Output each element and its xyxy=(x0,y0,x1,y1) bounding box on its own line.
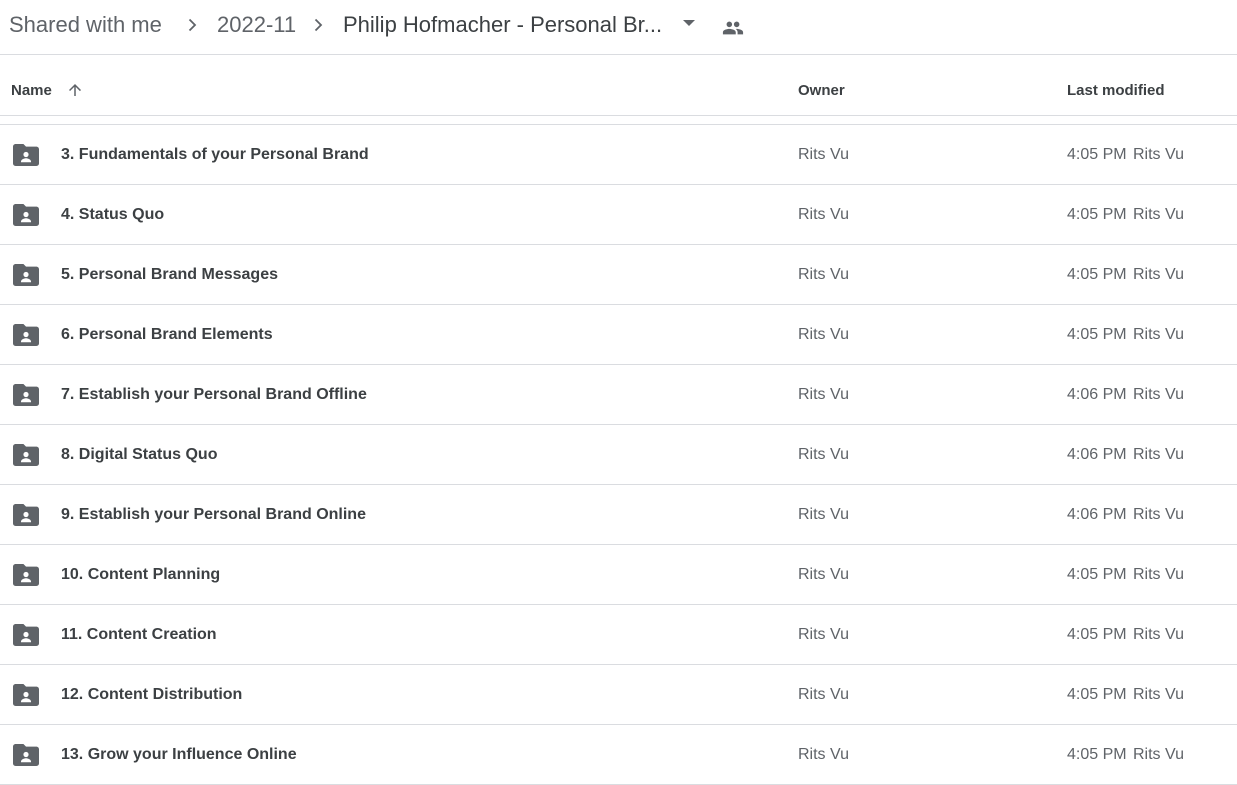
shared-folder-icon xyxy=(13,744,39,766)
row-owner: Rits Vu xyxy=(798,386,849,403)
row-modified-time: 4:06 PM xyxy=(1067,506,1127,523)
shared-folder-icon xyxy=(13,324,39,346)
row-owner: Rits Vu xyxy=(798,206,849,223)
row-name[interactable]: 10. Content Planning xyxy=(61,566,220,584)
chevron-right-icon xyxy=(314,18,323,32)
breadcrumb-current-folder[interactable]: Philip Hofmacher - Personal Br... xyxy=(343,10,662,40)
column-owner[interactable]: Owner xyxy=(798,82,845,99)
row-modified-by: Rits Vu xyxy=(1133,326,1184,343)
row-name[interactable]: 7. Establish your Personal Brand Offline xyxy=(61,386,367,404)
row-modified-by: Rits Vu xyxy=(1133,686,1184,703)
row-name[interactable]: 11. Content Creation xyxy=(61,626,217,644)
row-name[interactable]: 3. Fundamentals of your Personal Brand xyxy=(61,146,369,164)
row-modified-time: 4:05 PM xyxy=(1067,146,1127,163)
breadcrumb: Shared with me 2022-11 Philip Hofmacher … xyxy=(0,0,1237,55)
breadcrumb-shared-with-me[interactable]: Shared with me xyxy=(9,10,162,40)
row-owner: Rits Vu xyxy=(798,566,849,583)
shared-folder-icon xyxy=(13,564,39,586)
row-owner: Rits Vu xyxy=(798,326,849,343)
shared-folder-icon xyxy=(13,624,39,646)
table-row[interactable]: 11. Content Creation Rits Vu 4:05 PM Rits V… xyxy=(0,605,1237,665)
row-modified-by: Rits Vu xyxy=(1133,746,1184,763)
table-row[interactable]: 7. Establish your Personal Brand Offline… xyxy=(0,365,1237,425)
table-row[interactable]: 4. Status Quo Rits Vu 4:05 PM Rits Vu xyxy=(0,185,1237,245)
row-name[interactable]: 5. Personal Brand Messages xyxy=(61,266,278,284)
row-modified-by: Rits Vu xyxy=(1133,206,1184,223)
shared-folder-icon xyxy=(13,204,39,226)
table-row[interactable]: 5. Personal Brand Messages Rits Vu 4:05 PM… xyxy=(0,245,1237,305)
row-modified-time: 4:05 PM xyxy=(1067,566,1127,583)
file-list-header: Name Owner Last modified xyxy=(0,56,1237,116)
breadcrumb-2022-11[interactable]: 2022-11 xyxy=(217,10,296,40)
chevron-right-icon xyxy=(188,18,197,32)
row-modified-time: 4:05 PM xyxy=(1067,266,1127,283)
row-modified-time: 4:05 PM xyxy=(1067,686,1127,703)
row-owner: Rits Vu xyxy=(798,626,849,643)
row-modified-time: 4:06 PM xyxy=(1067,446,1127,463)
shared-folder-icon xyxy=(13,384,39,406)
table-row[interactable]: 6. Personal Brand Elements Rits Vu 4:05 PM… xyxy=(0,305,1237,365)
row-modified-by: Rits Vu xyxy=(1133,386,1184,403)
row-modified-by: Rits Vu xyxy=(1133,446,1184,463)
table-row[interactable]: 9. Establish your Personal Brand Online R… xyxy=(0,485,1237,545)
people-icon[interactable] xyxy=(722,17,744,39)
row-owner: Rits Vu xyxy=(798,146,849,163)
row-modified-by: Rits Vu xyxy=(1133,266,1184,283)
table-row[interactable]: 13. Grow your Influence Online Rits Vu 4:0… xyxy=(0,725,1237,785)
shared-folder-icon xyxy=(13,684,39,706)
row-modified-by: Rits Vu xyxy=(1133,146,1184,163)
column-name[interactable]: Name xyxy=(11,82,52,99)
row-owner: Rits Vu xyxy=(798,446,849,463)
row-name[interactable]: 6. Personal Brand Elements xyxy=(61,326,273,344)
row-owner: Rits Vu xyxy=(798,266,849,283)
row-name[interactable]: 9. Establish your Personal Brand Online xyxy=(61,506,366,524)
shared-folder-icon xyxy=(13,144,39,166)
table-row[interactable]: 10. Content Planning Rits Vu 4:05 PM Rits V… xyxy=(0,545,1237,605)
row-owner: Rits Vu xyxy=(798,506,849,523)
row-name[interactable]: 12. Content Distribution xyxy=(61,686,242,704)
row-name[interactable]: 8. Digital Status Quo xyxy=(61,446,217,464)
table-row[interactable]: 8. Digital Status Quo Rits Vu 4:06 PM Rits … xyxy=(0,425,1237,485)
row-modified-by: Rits Vu xyxy=(1133,626,1184,643)
shared-folder-icon xyxy=(13,444,39,466)
row-owner: Rits Vu xyxy=(798,746,849,763)
table-row[interactable]: 12. Content Distribution Rits Vu 4:05 PM Ri… xyxy=(0,665,1237,725)
shared-folder-icon xyxy=(13,264,39,286)
row-name[interactable]: 13. Grow your Influence Online xyxy=(61,746,297,764)
row-modified-time: 4:06 PM xyxy=(1067,386,1127,403)
file-list: 3. Fundamentals of your Personal Brand Ri… xyxy=(0,125,1237,785)
row-modified-time: 4:05 PM xyxy=(1067,326,1127,343)
caret-down-icon[interactable] xyxy=(683,20,695,26)
row-modified-time: 4:05 PM xyxy=(1067,746,1127,763)
row-modified-by: Rits Vu xyxy=(1133,566,1184,583)
row-name[interactable]: 4. Status Quo xyxy=(61,206,164,224)
row-modified-time: 4:05 PM xyxy=(1067,626,1127,643)
column-last-modified[interactable]: Last modified xyxy=(1067,82,1165,99)
row-owner: Rits Vu xyxy=(798,686,849,703)
row-modified-by: Rits Vu xyxy=(1133,506,1184,523)
shared-folder-icon xyxy=(13,504,39,526)
table-row[interactable]: 3. Fundamentals of your Personal Brand Ri… xyxy=(0,125,1237,185)
row-modified-time: 4:05 PM xyxy=(1067,206,1127,223)
arrow-up-icon[interactable] xyxy=(66,81,84,99)
